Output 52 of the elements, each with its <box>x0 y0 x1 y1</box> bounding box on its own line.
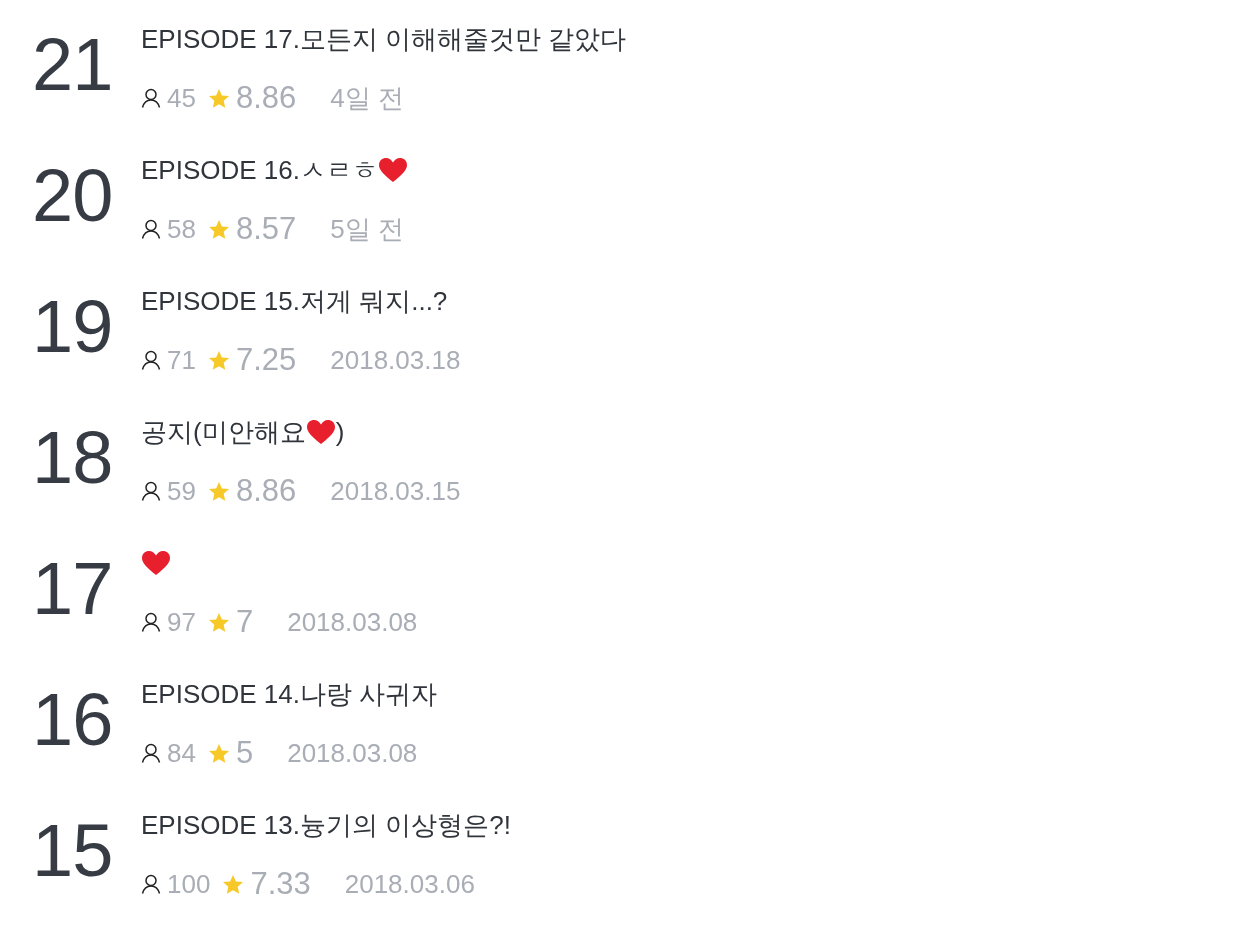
date: 4일 전 <box>330 81 404 115</box>
view-count: 84 <box>167 737 196 769</box>
person-icon <box>141 219 161 239</box>
episode-number: 21 <box>32 28 114 102</box>
star-icon <box>207 742 230 764</box>
rating: 8.86 <box>235 473 297 509</box>
person-icon <box>141 743 161 763</box>
episode-title[interactable]: EPISODE 14.나랑 사귀자 <box>141 676 438 712</box>
rating: 8.57 <box>235 211 297 247</box>
view-count: 100 <box>167 868 211 900</box>
person-icon <box>141 350 161 370</box>
star-icon <box>222 873 245 895</box>
episode-number: 18 <box>32 421 114 495</box>
person-icon <box>141 88 161 108</box>
star-icon <box>207 87 230 109</box>
heart-icon <box>141 550 171 576</box>
rating: 7.25 <box>235 342 297 378</box>
heart-icon <box>377 157 408 183</box>
date: 2018.03.08 <box>287 737 418 769</box>
view-count: 97 <box>167 606 196 638</box>
episode-number: 17 <box>32 552 114 626</box>
star-icon <box>207 218 230 240</box>
episode-title[interactable]: EPISODE 16.ㅅㄹㅎ <box>141 152 378 188</box>
episode-number: 16 <box>32 683 114 757</box>
episode-title[interactable]: EPISODE 17.모든지 이해해줄것만 같았다 <box>141 21 627 57</box>
view-count: 71 <box>167 344 196 376</box>
rating: 8.86 <box>235 80 297 116</box>
heart-icon <box>305 419 336 445</box>
date: 2018.03.18 <box>330 344 461 376</box>
episode-title[interactable]: 공지(미안해요 <box>141 414 306 450</box>
date: 2018.03.15 <box>330 475 461 507</box>
star-icon <box>207 480 230 502</box>
view-count: 59 <box>167 475 196 507</box>
person-icon <box>141 612 161 632</box>
episode-title[interactable]: EPISODE 15.저게 뭐지...? <box>141 283 448 319</box>
episode-title[interactable]: ) <box>335 416 345 448</box>
episode-title[interactable]: EPISODE 13.늉기의 이상형은?! <box>141 807 511 843</box>
person-icon <box>141 481 161 501</box>
star-icon <box>207 611 230 633</box>
view-count: 58 <box>167 213 196 245</box>
date: 2018.03.06 <box>344 868 475 900</box>
rating: 5 <box>235 735 254 771</box>
episode-number: 19 <box>32 290 114 364</box>
date: 2018.03.08 <box>287 606 418 638</box>
person-icon <box>141 874 161 894</box>
episode-number: 20 <box>32 159 114 233</box>
episode-number: 15 <box>32 814 114 888</box>
rating: 7.33 <box>250 866 311 902</box>
rating: 7 <box>235 604 254 640</box>
star-icon <box>207 349 230 371</box>
view-count: 45 <box>167 82 196 114</box>
date: 5일 전 <box>330 212 404 246</box>
